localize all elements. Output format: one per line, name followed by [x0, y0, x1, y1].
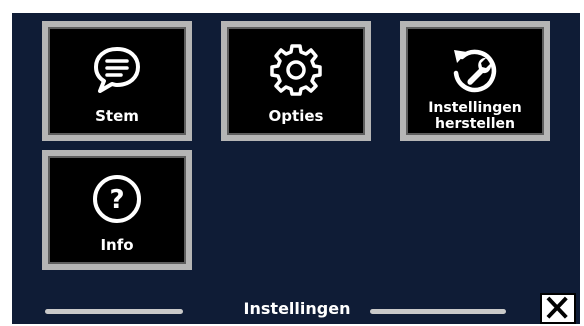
question-mark-icon: ?	[93, 175, 141, 223]
opties-label: Opties	[268, 107, 324, 125]
stem-label: Stem	[95, 107, 139, 125]
info-tile[interactable]: ? Info	[42, 150, 192, 270]
speech-bubble-icon	[94, 47, 140, 93]
stem-tile[interactable]: Stem	[42, 21, 192, 141]
close-icon	[546, 296, 568, 319]
gear-icon	[270, 44, 322, 96]
svg-text:?: ?	[109, 185, 124, 215]
close-button[interactable]	[540, 293, 576, 324]
opties-tile[interactable]: Opties	[221, 21, 371, 141]
reset-settings-tile[interactable]: Instellingen herstellen	[400, 21, 550, 141]
settings-screen: Stem Opties Instellingen herstellen ? In…	[12, 13, 580, 324]
info-tile-face: ? Info	[48, 156, 186, 264]
footer-divider-right	[370, 309, 506, 314]
footer-divider-left	[45, 309, 183, 314]
reset-settings-label: Instellingen herstellen	[428, 100, 522, 132]
reset-wrench-icon	[453, 49, 497, 93]
reset-settings-tile-face: Instellingen herstellen	[406, 27, 544, 135]
stem-tile-face: Stem	[48, 27, 186, 135]
info-label: Info	[100, 236, 134, 254]
opties-tile-face: Opties	[227, 27, 365, 135]
